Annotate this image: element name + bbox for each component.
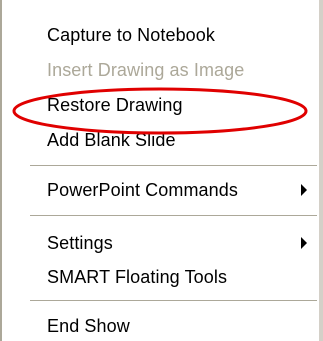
submenu-arrow-icon bbox=[301, 184, 307, 196]
menu-item-label: Add Blank Slide bbox=[47, 130, 176, 150]
menu-separator bbox=[30, 165, 317, 166]
menu-item-label: SMART Floating Tools bbox=[47, 267, 228, 287]
submenu-arrow-icon bbox=[301, 237, 307, 249]
menu-separator bbox=[30, 300, 317, 301]
menu-item-capture-to-notebook[interactable]: Capture to Notebook bbox=[0, 20, 317, 50]
menu-item-label: PowerPoint Commands bbox=[47, 180, 238, 200]
menu-separator bbox=[30, 215, 317, 216]
menu-item-label: Settings bbox=[47, 233, 113, 253]
menu-item-smart-floating-tools[interactable]: SMART Floating Tools bbox=[0, 262, 317, 292]
menu-item-settings[interactable]: Settings bbox=[0, 228, 317, 258]
menu-item-label: Capture to Notebook bbox=[47, 25, 216, 45]
menu-item-end-show[interactable]: End Show bbox=[0, 311, 317, 341]
menu-item-powerpoint-commands[interactable]: PowerPoint Commands bbox=[0, 175, 317, 205]
menu-item-restore-drawing[interactable]: Restore Drawing bbox=[0, 90, 317, 120]
menu-item-label: End Show bbox=[47, 316, 130, 336]
menu-item-insert-drawing-as-image: Insert Drawing as Image bbox=[0, 55, 317, 85]
menu-item-add-blank-slide[interactable]: Add Blank Slide bbox=[0, 125, 317, 155]
menu-item-label: Insert Drawing as Image bbox=[47, 60, 245, 80]
context-menu: Capture to Notebook Insert Drawing as Im… bbox=[0, 0, 323, 341]
menu-right-border bbox=[319, 0, 323, 341]
menu-item-label: Restore Drawing bbox=[47, 95, 183, 115]
